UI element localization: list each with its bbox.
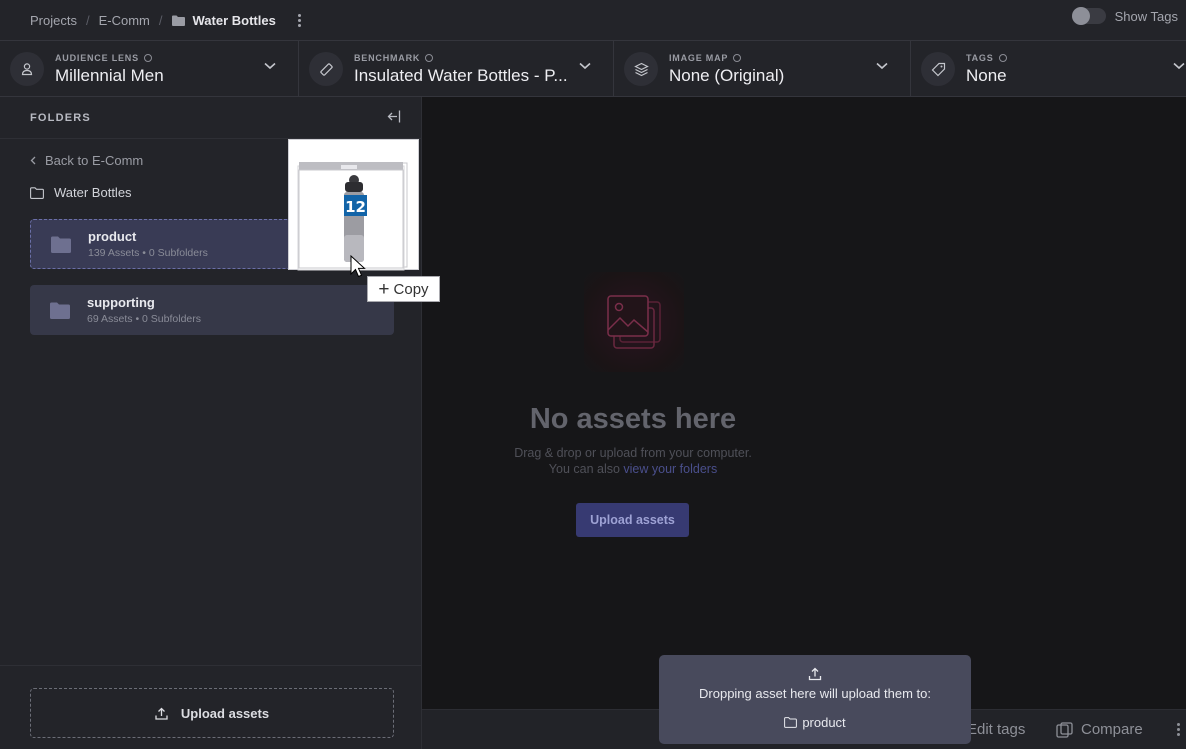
folder-icon (50, 302, 70, 319)
drop-upload-toast: Dropping asset here will upload them to:… (659, 655, 971, 744)
sidebar-footer: Upload assets (0, 665, 421, 749)
image-map-label: IMAGE MAP (669, 53, 784, 63)
folder-meta: 139 Assets • 0 Subfolders (88, 247, 208, 259)
more-options-icon[interactable] (1177, 723, 1180, 736)
folder-name: supporting (87, 295, 155, 310)
cursor-icon (350, 255, 366, 278)
image-map-value: None (Original) (669, 65, 785, 85)
tags-dropdown[interactable]: TAGS None (911, 41, 1186, 97)
chevron-down-icon (1173, 62, 1185, 70)
benchmark-label: BENCHMARK (354, 53, 568, 63)
compare-label: Compare (1081, 721, 1143, 738)
compare-button[interactable]: Compare (1056, 721, 1143, 738)
selector-bar: AUDIENCE LENS Millennial Men BENCHMARK I… (0, 41, 1186, 97)
info-icon (733, 53, 742, 62)
folder-meta: 69 Assets • 0 Subfolders (87, 313, 201, 325)
folder-outline-icon (784, 717, 798, 728)
sidebar-header: FOLDERS (0, 97, 421, 139)
empty-state-line1: Drag & drop or upload from your computer… (514, 446, 752, 460)
current-folder-label: Water Bottles (54, 185, 132, 200)
info-icon (998, 53, 1007, 62)
edit-tags-button[interactable]: Edit tags (967, 721, 1025, 738)
upload-assets-button[interactable]: Upload assets (576, 503, 689, 537)
benchmark-dropdown[interactable]: BENCHMARK Insulated Water Bottles - P... (299, 41, 614, 97)
sidebar-upload-label: Upload assets (180, 705, 270, 721)
info-icon (143, 53, 152, 62)
folder-outline-icon (30, 186, 44, 199)
tag-icon (921, 52, 955, 86)
drag-badge: 12 (345, 198, 366, 216)
main-content: No assets here Drag & drop or upload fro… (422, 97, 1186, 749)
back-to-ecomm-link[interactable]: Back to E-Comm (30, 153, 143, 168)
copy-tooltip: + Copy (367, 276, 440, 302)
drop-toast-destination: product (659, 715, 971, 730)
breadcrumb-separator: / (158, 12, 163, 28)
copy-tooltip-label: Copy (393, 280, 429, 298)
folder-icon (51, 236, 71, 253)
audience-lens-dropdown[interactable]: AUDIENCE LENS Millennial Men (0, 41, 299, 97)
top-bar: Projects / E-Comm / Water Bottles Show T… (0, 0, 1186, 41)
water-bottle-image: 12 (297, 162, 408, 271)
drag-preview-thumbnail: 12 (288, 139, 419, 271)
benchmark-value: Insulated Water Bottles - P... (354, 65, 568, 85)
info-icon (425, 53, 434, 62)
upload-icon (808, 667, 822, 681)
sidebar-title: FOLDERS (30, 111, 91, 124)
ruler-icon (309, 52, 343, 86)
show-tags-label: Show Tags (1114, 8, 1178, 24)
show-tags-toggle[interactable] (1071, 7, 1106, 25)
breadcrumb-current: Water Bottles (171, 12, 276, 28)
current-folder: Water Bottles (30, 185, 132, 200)
compare-icon (1056, 721, 1073, 738)
breadcrumb: Projects / E-Comm / Water Bottles (0, 13, 276, 28)
sidebar-upload-button[interactable]: Upload assets (30, 688, 394, 738)
person-icon (10, 52, 44, 86)
empty-state-description: Drag & drop or upload from your computer… (422, 445, 844, 477)
drop-toast-message: Dropping asset here will upload them to: (699, 686, 931, 701)
image-map-dropdown[interactable]: IMAGE MAP None (Original) (614, 41, 911, 97)
more-options-icon[interactable] (294, 10, 305, 31)
audience-lens-value: Millennial Men (55, 65, 164, 85)
tags-value: None (966, 65, 1007, 85)
empty-state-line2: You can also view your folders (548, 462, 718, 476)
show-tags-control: Show Tags (1071, 7, 1178, 25)
audience-lens-label: AUDIENCE LENS (55, 53, 164, 63)
chevron-left-icon (30, 156, 36, 165)
folder-name: product (88, 229, 137, 244)
plus-icon: + (378, 278, 390, 300)
tags-label: TAGS (966, 53, 1007, 63)
edit-tags-label: Edit tags (967, 721, 1026, 738)
breadcrumb-projects[interactable]: Projects (30, 13, 77, 28)
chevron-down-icon (579, 62, 591, 70)
view-folders-link[interactable]: view your folders (623, 462, 717, 476)
folder-icon (171, 15, 185, 26)
chevron-down-icon (876, 62, 888, 70)
drop-toast-folder: product (802, 715, 846, 730)
back-link-label: Back to E-Comm (45, 153, 144, 168)
breadcrumb-current-label: Water Bottles (192, 12, 276, 28)
layers-icon (624, 52, 658, 86)
upload-icon (155, 707, 168, 720)
breadcrumb-separator: / (85, 12, 90, 28)
folder-card-supporting[interactable]: supporting 69 Assets • 0 Subfolders (30, 285, 394, 335)
empty-images-icon (584, 272, 684, 372)
breadcrumb-ecomm[interactable]: E-Comm (99, 13, 150, 28)
collapse-sidebar-icon[interactable] (387, 110, 401, 123)
empty-state-title: No assets here (529, 403, 737, 435)
chevron-down-icon (264, 62, 276, 70)
